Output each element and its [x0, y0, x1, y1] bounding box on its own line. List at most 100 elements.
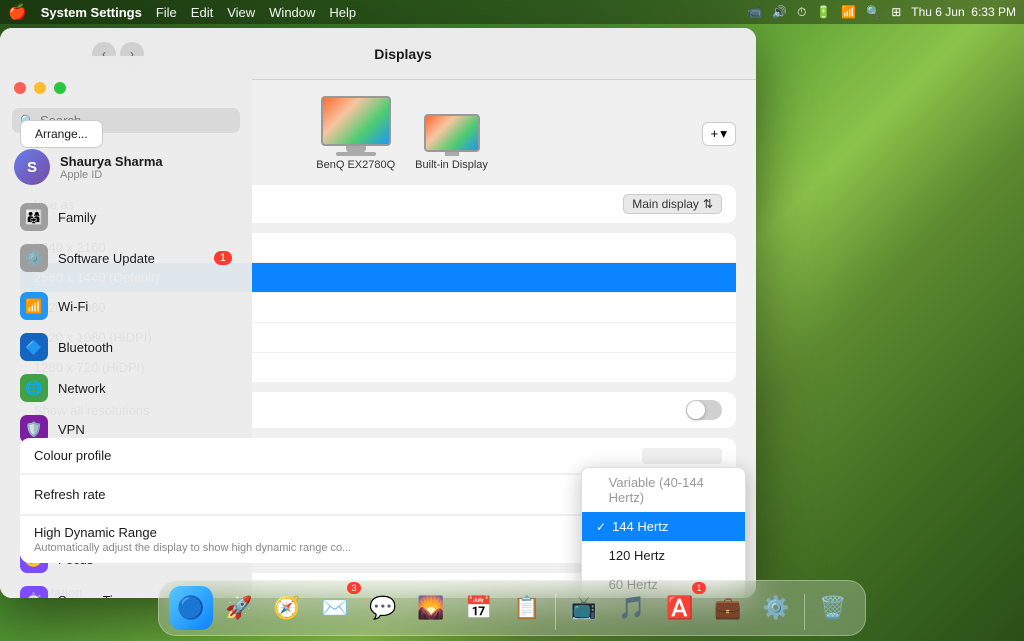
- dock-messages[interactable]: 💬: [361, 586, 405, 630]
- sidebar-label-network: Network: [58, 381, 106, 396]
- menubar: 🍎 System Settings File Edit View Window …: [0, 0, 1024, 24]
- menubar-search-icon[interactable]: 🔍: [866, 5, 881, 19]
- finder-icon: 🔵: [177, 595, 204, 621]
- show-all-toggle[interactable]: [686, 400, 722, 420]
- menubar-wifi-icon[interactable]: 📶: [841, 5, 856, 19]
- dock-appstore[interactable]: 🅰️ 1: [658, 586, 702, 630]
- sidebar-label-vpn: VPN: [58, 422, 85, 437]
- messages-icon: 💬: [369, 595, 396, 621]
- check-120: [596, 549, 603, 563]
- minimize-button[interactable]: [34, 82, 46, 94]
- dock-photos[interactable]: 🌄: [409, 586, 453, 630]
- network-icon: 🌐: [20, 374, 48, 402]
- dock-trash[interactable]: 🗑️: [811, 586, 855, 630]
- dropdown-item-variable[interactable]: Variable (40-144 Hertz): [582, 468, 745, 512]
- software-update-icon: ⚙️: [20, 244, 48, 272]
- chevron-down-icon: ▾: [720, 126, 727, 142]
- sidebar-item-network[interactable]: 🌐 Network: [6, 368, 246, 408]
- calendar-icon: 📅: [465, 595, 492, 621]
- system-settings-window: 🔍 S Shaurya Sharma Apple ID 👨‍👩‍👧 Family: [0, 28, 756, 598]
- sidebar-label-wifi: Wi-Fi: [58, 299, 88, 314]
- screen-time-icon: ⏱️: [20, 586, 48, 598]
- monitor-label-builtin: Built-in Display: [415, 159, 488, 171]
- dock-music[interactable]: 🎵: [610, 586, 654, 630]
- menubar-view[interactable]: View: [227, 5, 255, 20]
- dropdown-item-120[interactable]: 120 Hertz: [582, 541, 745, 570]
- toggle-knob: [687, 401, 705, 419]
- dropdown-label-variable: Variable (40-144 Hertz): [609, 475, 731, 505]
- music-icon: 🎵: [618, 595, 645, 621]
- monitor-screen-builtin: [424, 114, 480, 152]
- menubar-file[interactable]: File: [156, 5, 177, 20]
- wifi-icon: 📶: [20, 292, 48, 320]
- monitor-benq[interactable]: BenQ EX2780Q: [316, 96, 395, 171]
- monitor-screen-benq: [321, 96, 391, 146]
- dock-reminders[interactable]: 📋: [505, 586, 549, 630]
- sidebar-item-family[interactable]: 👨‍👩‍👧 Family: [6, 197, 246, 237]
- appstore-badge: 1: [692, 582, 706, 594]
- launchpad-icon: 🚀: [225, 595, 252, 621]
- monitor-label-benq: BenQ EX2780Q: [316, 159, 395, 171]
- dock-system-settings[interactable]: ⚙️: [754, 586, 798, 630]
- menubar-window[interactable]: Window: [269, 5, 315, 20]
- dock: 🔵 🚀 🧭 ✉️ 3 💬 🌄 📅 📋 📺 🎵 🅰️ 1 💼 ⚙️ 🗑️: [158, 580, 866, 636]
- menubar-screentime-icon[interactable]: ⏱: [797, 5, 806, 20]
- sidebar-label-family: Family: [58, 210, 96, 225]
- slack-icon: 💼: [714, 595, 741, 621]
- sidebar-item-software-update[interactable]: ⚙️ Software Update 1: [6, 238, 246, 278]
- dock-finder[interactable]: 🔵: [169, 586, 213, 630]
- dropdown-label-120: 120 Hertz: [609, 548, 665, 563]
- menubar-app-name[interactable]: System Settings: [41, 5, 142, 20]
- sidebar-label-software-update: Software Update: [58, 251, 155, 266]
- dock-launchpad[interactable]: 🚀: [217, 586, 261, 630]
- menubar-battery-icon[interactable]: 🔋: [816, 5, 831, 19]
- dropdown-item-144[interactable]: ✓ 144 Hertz: [582, 512, 745, 541]
- colour-profile-label: Colour profile: [34, 448, 642, 463]
- dock-separator-2: [804, 594, 805, 630]
- use-as-stepper[interactable]: Main display ⇅: [623, 194, 722, 214]
- mail-icon: ✉️: [321, 595, 348, 621]
- dock-slack[interactable]: 💼: [706, 586, 750, 630]
- trash-icon: 🗑️: [819, 595, 846, 621]
- monitors-row: Arrange... BenQ EX2780Q Built-in Display: [20, 96, 736, 171]
- dock-tv[interactable]: 📺: [562, 586, 606, 630]
- menubar-screenshare-icon: 📹: [747, 5, 762, 19]
- monitor-stand-builtin: [445, 152, 459, 156]
- maximize-button[interactable]: [54, 82, 66, 94]
- menubar-control-icon[interactable]: ⊞: [891, 5, 901, 19]
- dock-separator: [555, 594, 556, 630]
- close-button[interactable]: [14, 82, 26, 94]
- refresh-rate-row: Refresh rate → Variable (40-144 Hertz) ✓…: [20, 474, 736, 515]
- menubar-datetime: Thu 6 Jun 6:33 PM: [911, 5, 1016, 19]
- arrange-button[interactable]: Arrange...: [20, 120, 103, 148]
- tv-icon: 📺: [570, 595, 597, 621]
- check-variable: [596, 483, 603, 497]
- photos-icon: 🌄: [417, 595, 444, 621]
- use-as-value: Main display: [632, 197, 699, 211]
- add-display-button[interactable]: + ▾: [702, 122, 737, 146]
- sidebar-item-bluetooth[interactable]: 🔷 Bluetooth: [6, 327, 246, 367]
- family-icon: 👨‍👩‍👧: [20, 203, 48, 231]
- sidebar-label-screen-time: Screen Time: [58, 593, 131, 599]
- menubar-help[interactable]: Help: [329, 5, 356, 20]
- dropdown-label-144: 144 Hertz: [612, 519, 668, 534]
- menubar-edit[interactable]: Edit: [191, 5, 213, 20]
- dock-mail[interactable]: ✉️ 3: [313, 586, 357, 630]
- monitor-builtin[interactable]: Built-in Display: [415, 114, 488, 171]
- refresh-rate-dropdown[interactable]: Variable (40-144 Hertz) ✓ 144 Hertz 120 …: [581, 467, 746, 598]
- apple-logo-icon[interactable]: 🍎: [8, 3, 27, 21]
- check-144: ✓: [596, 520, 606, 534]
- plus-icon: +: [711, 126, 719, 141]
- mail-badge: 3: [347, 582, 361, 594]
- dock-safari[interactable]: 🧭: [265, 586, 309, 630]
- stepper-arrows-icon: ⇅: [703, 197, 713, 211]
- bluetooth-icon: 🔷: [20, 333, 48, 361]
- menubar-volume-icon[interactable]: 🔊: [772, 5, 787, 19]
- system-settings-dock-icon: ⚙️: [762, 595, 789, 621]
- software-update-badge: 1: [214, 251, 232, 265]
- display-settings-group: Colour profile Refresh rate → Variable (…: [20, 438, 736, 563]
- safari-icon: 🧭: [273, 595, 300, 621]
- sidebar-item-wifi[interactable]: 📶 Wi-Fi: [6, 286, 246, 326]
- appstore-icon: 🅰️: [666, 595, 693, 621]
- dock-calendar[interactable]: 📅: [457, 586, 501, 630]
